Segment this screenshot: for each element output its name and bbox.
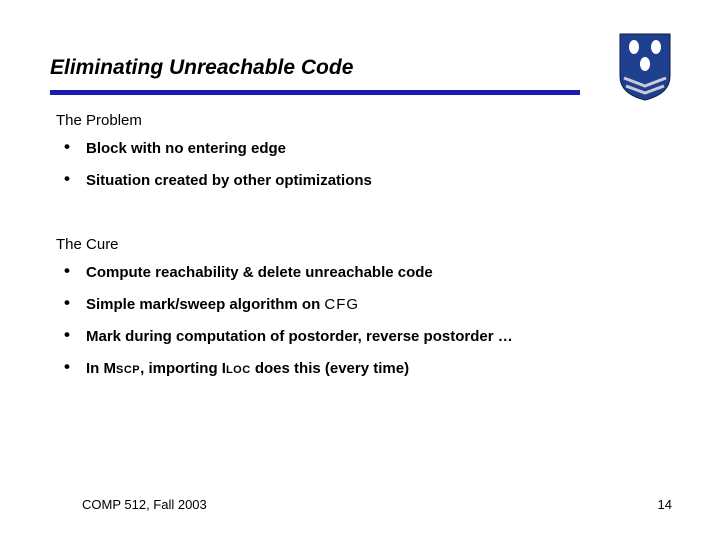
section-label-problem: The Problem <box>56 112 660 129</box>
footer: COMP 512, Fall 2003 14 <box>82 497 672 512</box>
list-item: Situation created by other optimizations <box>64 171 660 191</box>
cure-list: Compute reachability & delete unreachabl… <box>56 263 660 380</box>
slide-title: Eliminating Unreachable Code <box>50 56 660 80</box>
list-item: Block with no entering edge <box>64 139 660 159</box>
footer-left: COMP 512, Fall 2003 <box>82 497 207 512</box>
list-item-text: Compute reachability & delete unreachabl… <box>86 264 433 281</box>
list-item: Compute reachability & delete unreachabl… <box>64 263 660 283</box>
list-item-text: Situation created by other optimizations <box>86 172 372 189</box>
list-item: Simple mark/sweep algorithm on CFG <box>64 295 660 315</box>
problem-list: Block with no entering edge Situation cr… <box>56 139 660 192</box>
list-item: In Mscp, importing Iloc does this (every… <box>64 359 660 379</box>
title-underline <box>50 90 580 95</box>
list-item-text: Mark during computation of postorder, re… <box>86 328 513 345</box>
content-area: The Problem Block with no entering edge … <box>56 112 660 392</box>
section-label-cure: The Cure <box>56 236 660 253</box>
title-row: Eliminating Unreachable Code <box>50 56 660 80</box>
page-number: 14 <box>658 497 672 512</box>
list-item: Mark during computation of postorder, re… <box>64 327 660 347</box>
crest-logo <box>618 32 672 102</box>
slide: Eliminating Unreachable Code The Problem… <box>0 0 720 540</box>
list-item-text: Block with no entering edge <box>86 140 286 157</box>
